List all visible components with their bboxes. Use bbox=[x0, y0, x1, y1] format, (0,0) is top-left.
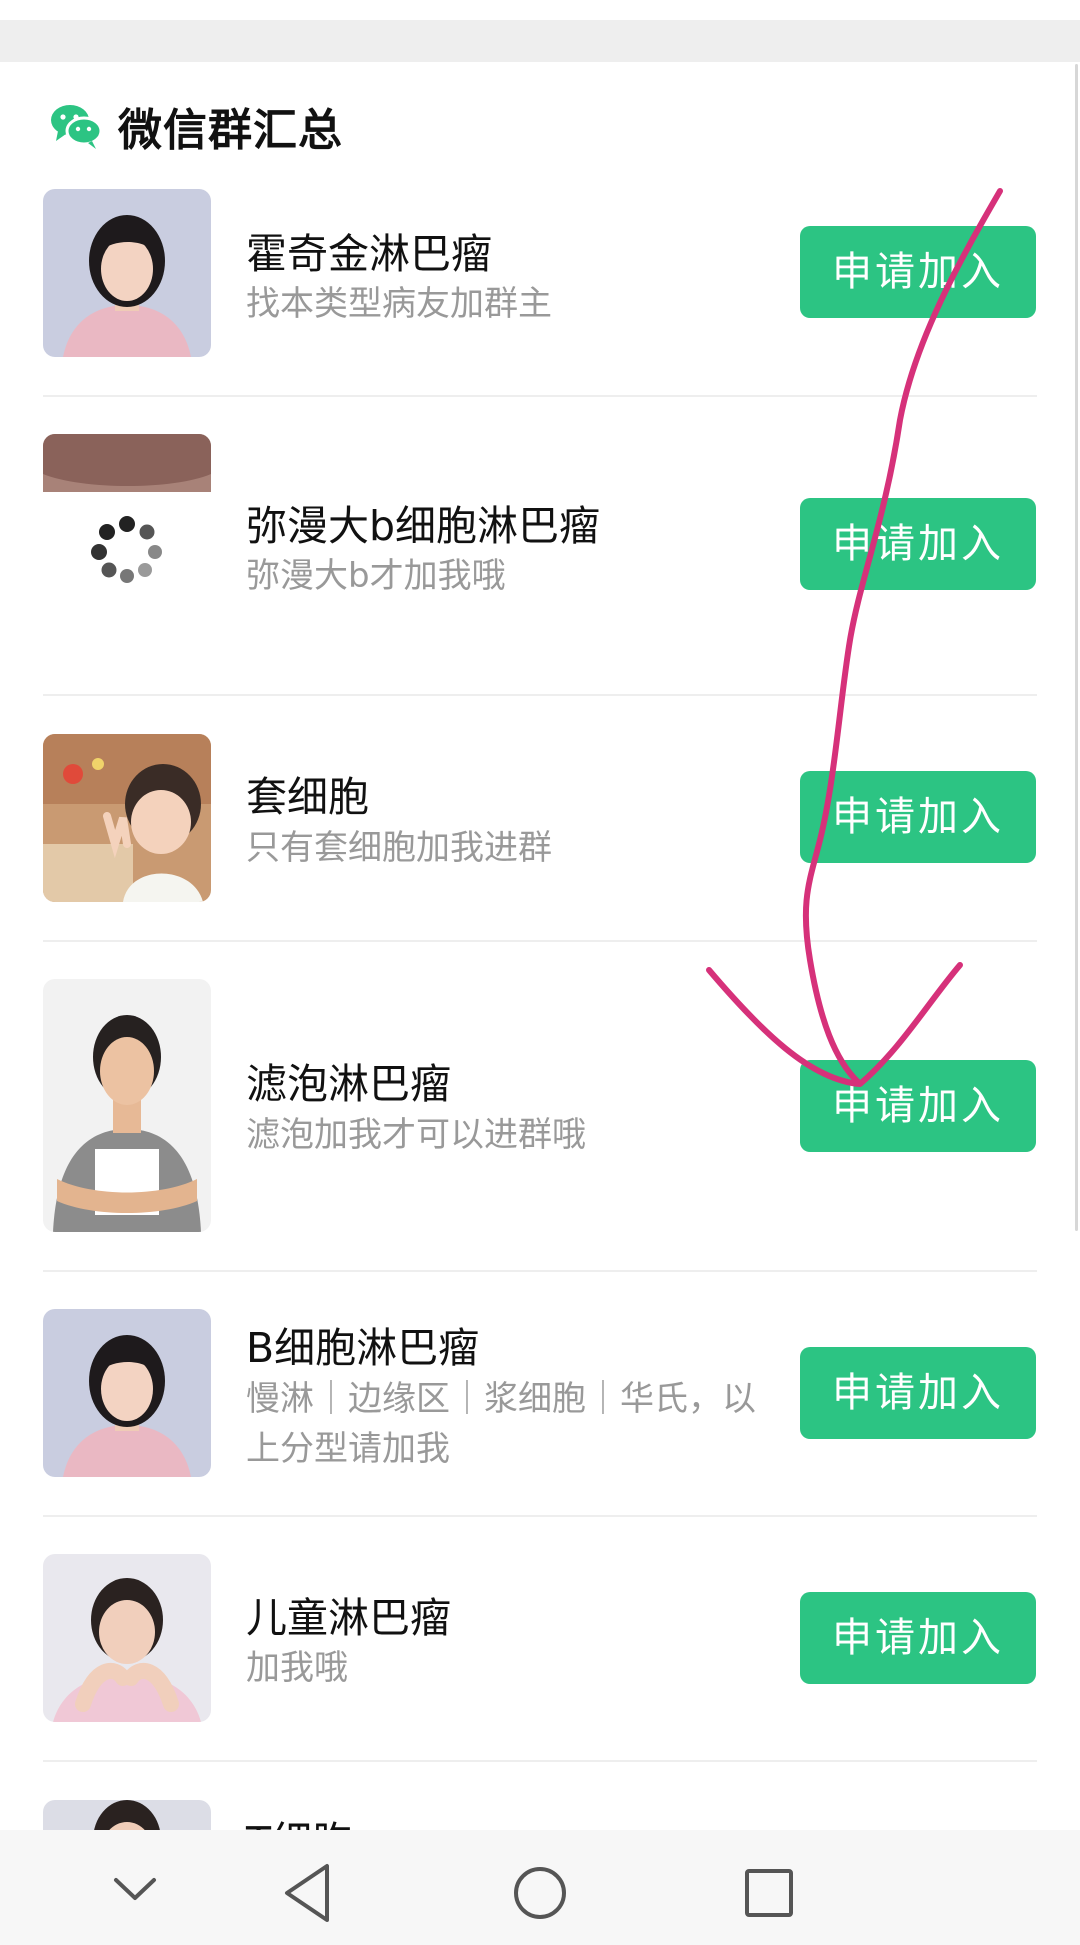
avatar[interactable] bbox=[43, 1309, 211, 1477]
join-button[interactable]: 申请加入 bbox=[800, 1592, 1036, 1684]
navigation-bar bbox=[0, 1830, 1080, 1945]
screen: 微信群汇总 霍奇金淋巴瘤 找本类型病友加群主 申请加入 弥漫大b细胞淋巴瘤 弥漫… bbox=[0, 0, 1080, 1945]
avatar[interactable] bbox=[43, 1554, 211, 1722]
page-header: 微信群汇总 bbox=[48, 96, 343, 156]
group-name: B细胞淋巴瘤 bbox=[246, 1324, 480, 1372]
group-description: 弥漫大b才加我哦 bbox=[246, 556, 506, 596]
join-button[interactable]: 申请加入 bbox=[800, 226, 1036, 318]
divider bbox=[43, 1515, 1037, 1517]
join-button[interactable]: 申请加入 bbox=[800, 1347, 1036, 1439]
divider bbox=[43, 1270, 1037, 1272]
wechat-icon bbox=[51, 105, 103, 149]
group-name: 滤泡淋巴瘤 bbox=[246, 1060, 451, 1108]
recents-square-icon[interactable] bbox=[714, 1830, 824, 1945]
scrollbar[interactable] bbox=[1075, 64, 1078, 1231]
group-name: 弥漫大b细胞淋巴瘤 bbox=[246, 502, 601, 550]
avatar[interactable] bbox=[43, 189, 211, 357]
group-description: 找本类型病友加群主 bbox=[246, 284, 552, 324]
avatar[interactable] bbox=[43, 734, 211, 902]
divider bbox=[43, 940, 1037, 942]
group-description: 慢淋｜边缘区｜浆细胞｜华氏，以上分型请加我 bbox=[246, 1379, 756, 1469]
divider bbox=[43, 694, 1037, 696]
divider bbox=[43, 395, 1037, 397]
join-button[interactable]: 申请加入 bbox=[800, 771, 1036, 863]
group-description: 只有套细胞加我进群 bbox=[246, 828, 552, 868]
join-button[interactable]: 申请加入 bbox=[800, 498, 1036, 590]
join-button[interactable]: 申请加入 bbox=[800, 1060, 1036, 1152]
top-gray-band bbox=[0, 20, 1080, 62]
back-triangle-icon[interactable] bbox=[253, 1830, 363, 1945]
home-circle-icon[interactable] bbox=[485, 1830, 595, 1945]
chevron-down-icon[interactable] bbox=[80, 1830, 190, 1945]
group-description: 滤泡加我才可以进群哦 bbox=[246, 1115, 586, 1155]
avatar[interactable] bbox=[43, 979, 211, 1232]
status-bar bbox=[0, 0, 1080, 20]
avatar[interactable] bbox=[43, 434, 211, 602]
page-title: 微信群汇总 bbox=[118, 105, 343, 156]
divider bbox=[43, 1760, 1037, 1762]
group-name: 儿童淋巴瘤 bbox=[246, 1594, 451, 1642]
group-name: 霍奇金淋巴瘤 bbox=[246, 230, 492, 278]
group-description: 加我哦 bbox=[246, 1648, 348, 1688]
group-name: 套细胞 bbox=[246, 773, 369, 821]
